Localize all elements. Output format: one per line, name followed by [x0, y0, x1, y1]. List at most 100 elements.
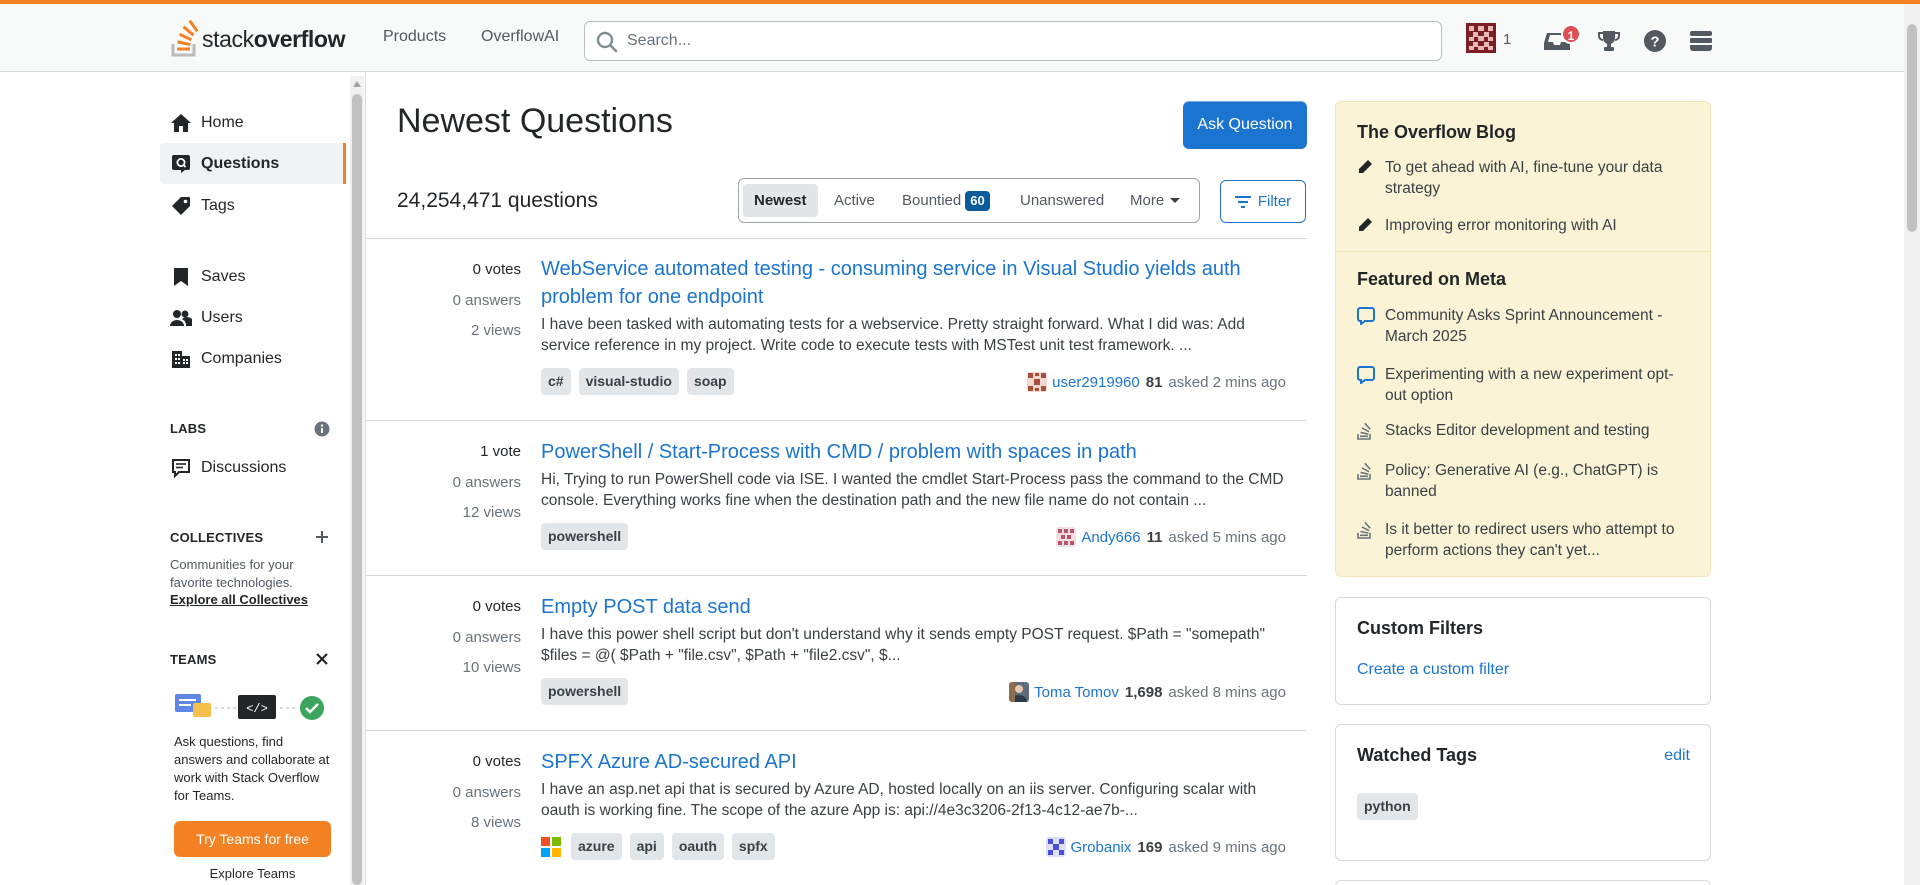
- question-excerpt: I have an asp.net api that is secured by…: [541, 781, 1257, 819]
- divider: [1336, 251, 1710, 252]
- tag-icon: [169, 196, 193, 216]
- user-link[interactable]: Andy666: [1081, 529, 1140, 546]
- view-count: 12 views: [462, 504, 521, 521]
- question-title-link[interactable]: Empty POST data send: [541, 593, 1281, 621]
- bookmark-icon: [169, 267, 193, 287]
- sidebar-item-users[interactable]: Users: [160, 297, 346, 338]
- sidebar-item-label: Tags: [201, 196, 235, 214]
- user-link[interactable]: Toma Tomov: [1034, 684, 1119, 701]
- avatar[interactable]: [1009, 682, 1030, 702]
- tag-list: powershell: [541, 523, 629, 550]
- collective-logo-icon[interactable]: [541, 833, 561, 860]
- tag-chip[interactable]: powershell: [541, 523, 629, 550]
- user-link[interactable]: Grobanix: [1071, 839, 1132, 856]
- avatar[interactable]: [1056, 527, 1077, 547]
- top-bar: stackoverflow Products OverflowAI 1 1 ?: [0, 4, 1920, 72]
- meta-item[interactable]: Policy: Generative AI (e.g., ChatGPT) is…: [1357, 460, 1692, 502]
- asked-time[interactable]: asked 2 mins ago: [1168, 374, 1286, 391]
- add-plus-icon[interactable]: [314, 529, 330, 550]
- nav-overflowai[interactable]: OverflowAI: [481, 28, 559, 46]
- sidebar-item-saves[interactable]: Saves: [160, 256, 346, 297]
- site-switcher-icon[interactable]: [1689, 29, 1713, 58]
- search-input[interactable]: [627, 30, 1407, 52]
- tab-newest[interactable]: Newest: [743, 184, 818, 217]
- create-custom-filter-link[interactable]: Create a custom filter: [1357, 661, 1509, 679]
- asked-time[interactable]: asked 8 mins ago: [1168, 684, 1286, 701]
- try-teams-button[interactable]: Try Teams for free: [174, 821, 331, 857]
- question-title-link[interactable]: SPFX Azure AD-secured API: [541, 748, 1281, 776]
- users-icon: [169, 309, 193, 327]
- vote-count: 0 votes: [472, 598, 521, 615]
- page-scrollbar[interactable]: [1904, 4, 1920, 885]
- meta-item[interactable]: Is it better to redirect users who attem…: [1357, 519, 1692, 561]
- vote-count: 0 votes: [472, 261, 521, 278]
- tag-chip[interactable]: visual-studio: [578, 368, 679, 395]
- tag-list: azure api oauth spfx: [541, 833, 775, 860]
- sidebar-item-discussions[interactable]: Discussions: [160, 447, 346, 488]
- view-count: 10 views: [462, 659, 521, 676]
- labs-info-icon[interactable]: [314, 421, 330, 442]
- tag-chip[interactable]: azure: [571, 833, 622, 860]
- edit-watched-tags-link[interactable]: edit: [1664, 747, 1690, 765]
- tag-chip[interactable]: c#: [541, 368, 571, 395]
- user-avatar[interactable]: [1466, 23, 1496, 58]
- sidebar-scroll-thumb[interactable]: [352, 94, 362, 885]
- page-title: Newest Questions: [397, 102, 673, 140]
- ask-question-button[interactable]: Ask Question: [1183, 101, 1307, 149]
- nav-products[interactable]: Products: [383, 28, 446, 46]
- blog-item[interactable]: Improving error monitoring with AI: [1357, 215, 1692, 239]
- filter-button[interactable]: Filter: [1220, 180, 1306, 223]
- tag-chip[interactable]: python: [1357, 793, 1418, 820]
- collectives-description: Communities for your favorite technologi…: [170, 557, 294, 590]
- meta-item[interactable]: Community Asks Sprint Announcement - Mar…: [1357, 305, 1692, 347]
- answer-count: 0 answers: [452, 474, 521, 491]
- teams-description: Ask questions, find answers and collabor…: [174, 734, 330, 803]
- meta-item[interactable]: Stacks Editor development and testing: [1357, 420, 1692, 446]
- search-box[interactable]: [584, 21, 1442, 61]
- help-icon[interactable]: ?: [1643, 29, 1667, 58]
- question-title-link[interactable]: PowerShell / Start-Process with CMD / pr…: [541, 438, 1281, 466]
- close-icon[interactable]: [314, 651, 330, 672]
- achievements-trophy-icon[interactable]: [1597, 30, 1621, 57]
- tag-chip[interactable]: api: [629, 833, 664, 860]
- tag-chip[interactable]: oauth: [671, 833, 724, 860]
- page-scroll-thumb[interactable]: [1907, 24, 1917, 232]
- explore-collectives-link[interactable]: Explore all Collectives: [170, 592, 308, 607]
- asked-time[interactable]: asked 9 mins ago: [1168, 839, 1286, 856]
- sidebar-item-tags[interactable]: Tags: [160, 185, 346, 226]
- sidebar-item-home[interactable]: Home: [160, 102, 346, 143]
- meta-item-text: Policy: Generative AI (e.g., ChatGPT) is…: [1385, 462, 1659, 500]
- companies-icon: [169, 349, 193, 369]
- tab-more[interactable]: More: [1119, 184, 1191, 217]
- tab-unanswered[interactable]: Unanswered: [1009, 184, 1115, 217]
- tab-bountied[interactable]: Bountied 60: [891, 184, 1001, 217]
- stack-logo-icon: [171, 20, 199, 57]
- meta-item-text: Experimenting with a new experiment opt-…: [1385, 366, 1674, 404]
- avatar[interactable]: [1027, 372, 1048, 392]
- stackoverflow-logo[interactable]: stackoverflow: [170, 17, 345, 61]
- bounty-count-badge: 60: [965, 191, 990, 211]
- tag-list: powershell: [541, 678, 629, 705]
- vote-count: 0 votes: [472, 753, 521, 770]
- user-link[interactable]: user2919960: [1052, 374, 1140, 391]
- pencil-icon: [1357, 215, 1381, 239]
- question-title-link[interactable]: WebService automated testing - consuming…: [541, 255, 1281, 311]
- home-icon: [169, 113, 193, 133]
- sidebar-scrollbar[interactable]: [350, 76, 364, 885]
- scroll-up-arrow: [353, 81, 361, 87]
- tag-chip[interactable]: spfx: [731, 833, 775, 860]
- question-excerpt: I have this power shell script but don't…: [541, 626, 1266, 664]
- stack-logo-icon: [1357, 460, 1381, 502]
- sidebar-item-companies[interactable]: Companies: [160, 338, 346, 379]
- tag-chip[interactable]: powershell: [541, 678, 629, 705]
- question-summary: 0 votes 0 answers 8 views SPFX Azure AD-…: [366, 731, 1307, 885]
- tag-chip[interactable]: soap: [686, 368, 734, 395]
- avatar[interactable]: [1045, 837, 1066, 857]
- overflow-blog-widget: The Overflow Blog To get ahead with AI, …: [1335, 101, 1711, 577]
- tab-active[interactable]: Active: [823, 184, 886, 217]
- blog-item[interactable]: To get ahead with AI, fine-tune your dat…: [1357, 157, 1692, 199]
- asked-time[interactable]: asked 5 mins ago: [1168, 529, 1286, 546]
- meta-item[interactable]: Experimenting with a new experiment opt-…: [1357, 364, 1692, 406]
- sidebar-item-questions[interactable]: Questions: [160, 143, 346, 184]
- explore-teams-link[interactable]: Explore Teams: [174, 866, 331, 881]
